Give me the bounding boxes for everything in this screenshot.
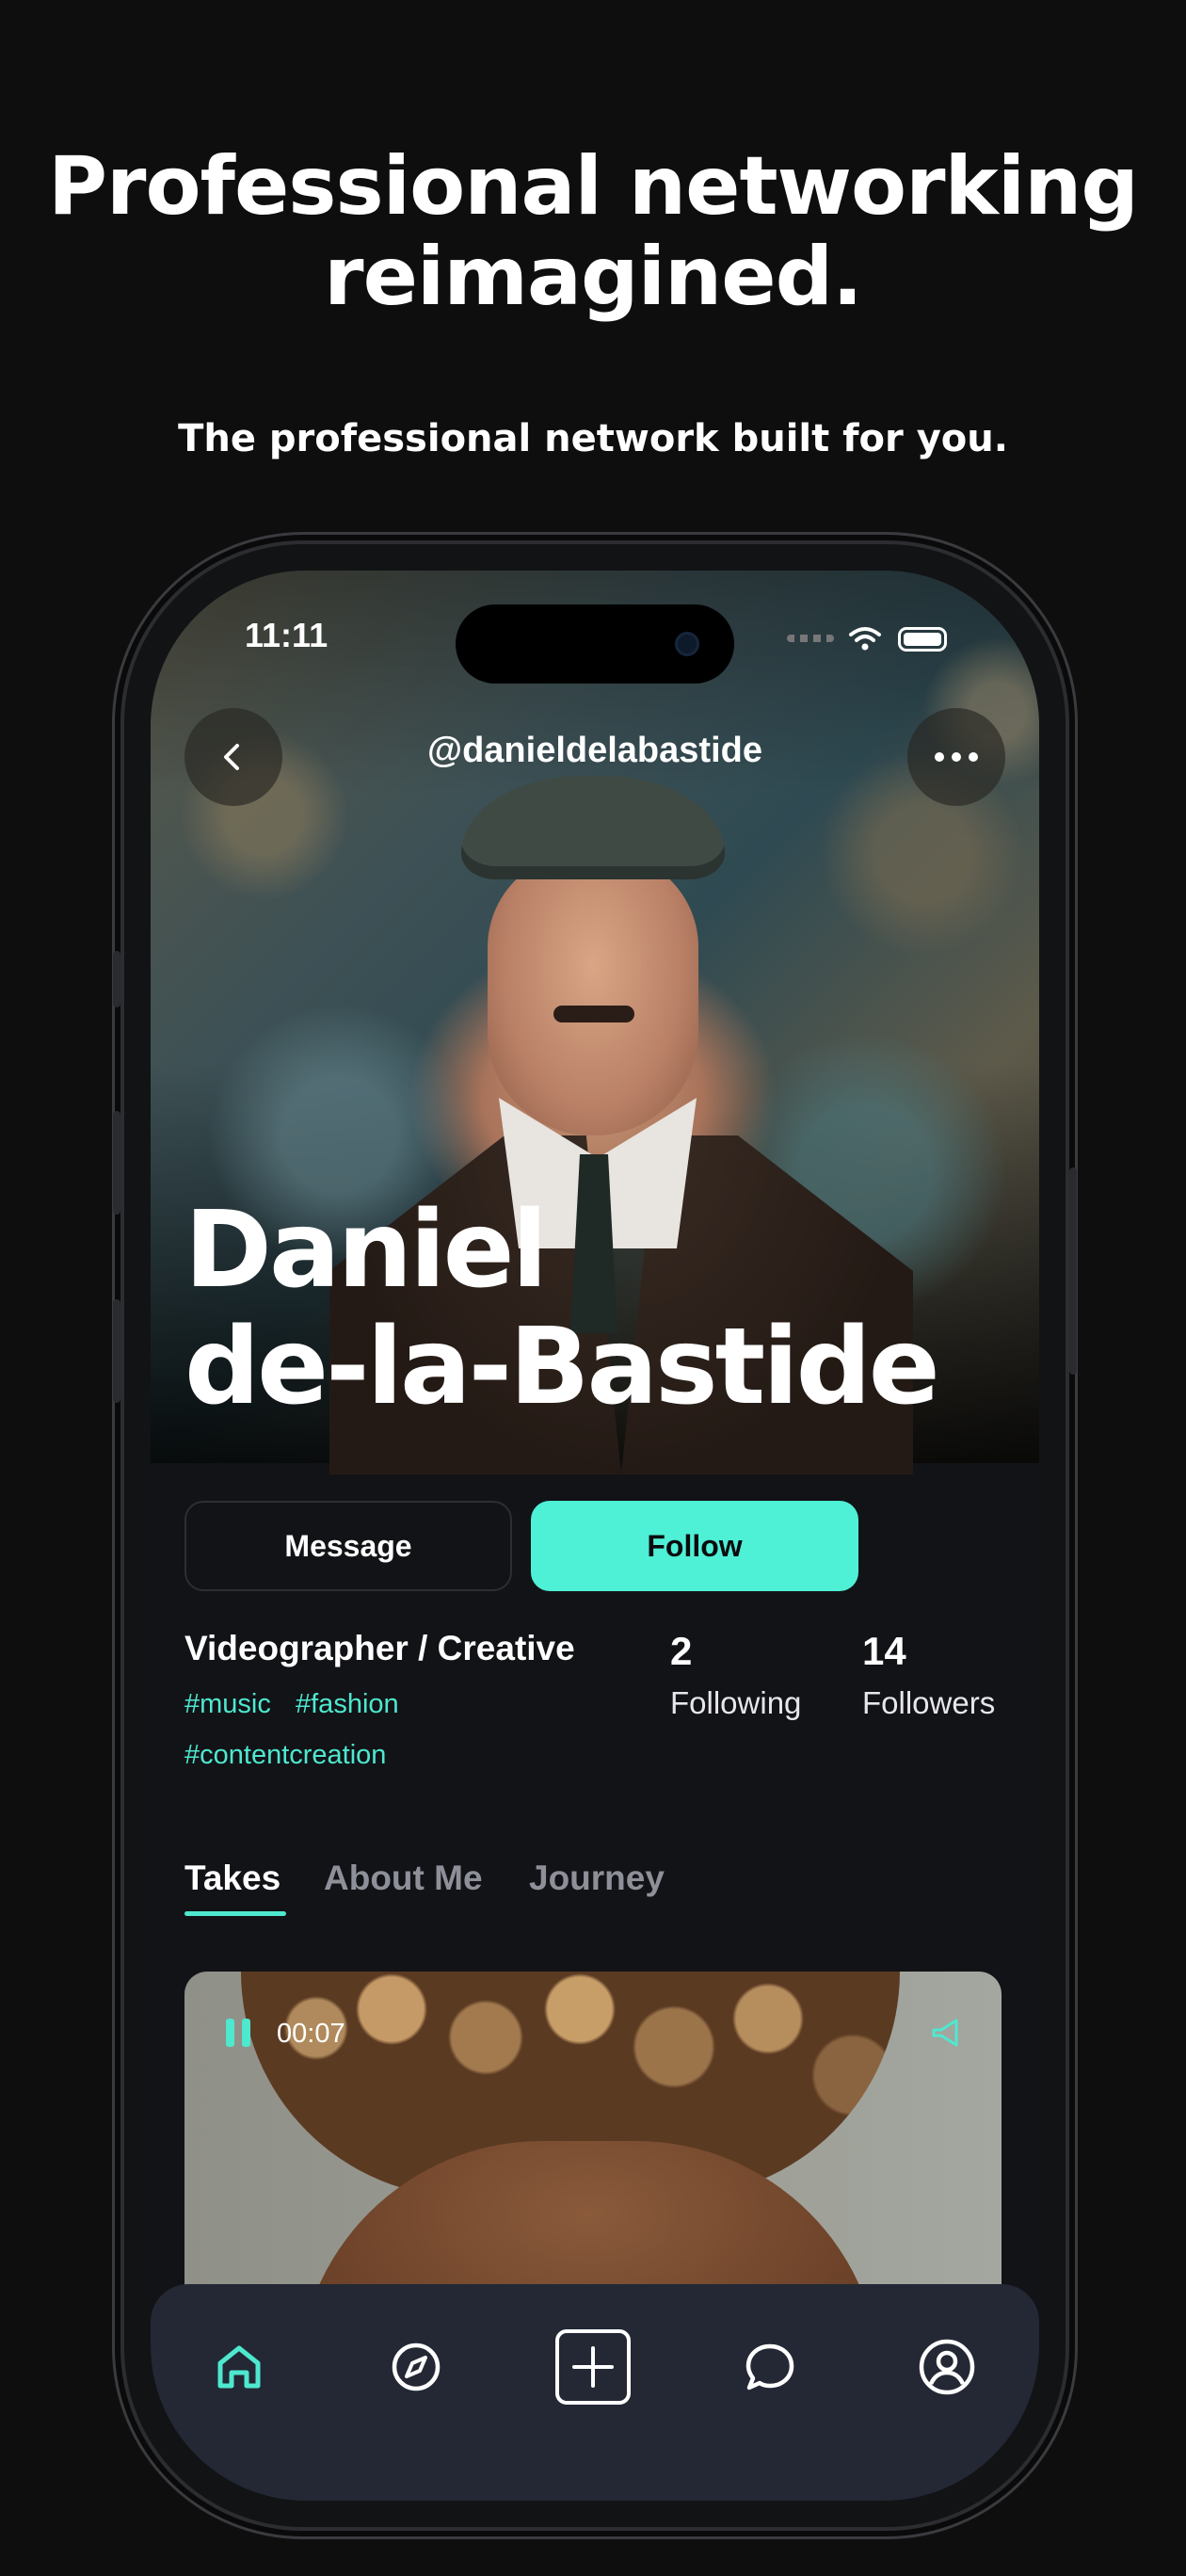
tag-contentcreation[interactable]: #contentcreation — [184, 1740, 386, 1771]
pause-icon[interactable] — [226, 2019, 252, 2047]
followers-count[interactable]: 14 — [862, 1629, 906, 1674]
chat-icon — [745, 2343, 794, 2391]
phone-volume-up — [113, 1111, 120, 1215]
more-options-button[interactable] — [907, 708, 1005, 806]
bottom-nav — [151, 2284, 1039, 2501]
phone-power-button — [1069, 1167, 1077, 1375]
promo-headline: Professional networking reimagined. — [0, 141, 1186, 322]
status-icons — [787, 621, 975, 655]
promo-subline: The professional network built for you. — [178, 417, 1008, 460]
add-icon — [555, 2329, 631, 2405]
followers-label[interactable]: Followers — [862, 1685, 995, 1721]
signal-icon — [787, 635, 834, 642]
status-time: 11:11 — [245, 616, 329, 654]
compass-icon — [392, 2343, 441, 2391]
following-label[interactable]: Following — [670, 1685, 801, 1721]
profile-name: Daniel de-la-Bastide — [184, 1189, 940, 1428]
profile-role: Videographer / Creative — [184, 1629, 575, 1667]
tab-about-me[interactable]: About Me — [324, 1859, 483, 1898]
phone-side-button — [113, 951, 120, 1007]
tab-takes[interactable]: Takes — [184, 1859, 280, 1898]
app-screen: 11:11 @danieldelabastide Daniel de-la-Ba… — [151, 571, 1039, 2501]
home-icon — [217, 2345, 261, 2389]
profile-name-line2: de-la-Bastide — [184, 1306, 940, 1428]
nav-home[interactable] — [200, 2327, 279, 2407]
phone-volume-down — [113, 1299, 120, 1403]
active-tab-indicator — [184, 1911, 286, 1916]
promo-headline-line2: reimagined. — [324, 230, 863, 324]
tag-music[interactable]: #music — [184, 1689, 271, 1720]
nav-create[interactable] — [553, 2327, 633, 2407]
video-timestamp: 00:07 — [277, 2019, 345, 2049]
more-horizontal-icon — [935, 752, 978, 762]
battery-icon — [898, 627, 947, 652]
nav-profile[interactable] — [907, 2327, 986, 2407]
profile-icon — [919, 2339, 975, 2395]
profile-name-line1: Daniel — [184, 1189, 548, 1312]
follow-button[interactable]: Follow — [531, 1501, 858, 1591]
tag-fashion[interactable]: #fashion — [296, 1689, 399, 1720]
nav-messages[interactable] — [730, 2327, 809, 2407]
following-count[interactable]: 2 — [670, 1629, 692, 1674]
wifi-icon — [849, 627, 881, 651]
promo-headline-line1: Professional networking — [48, 139, 1139, 233]
nav-explore[interactable] — [377, 2327, 456, 2407]
volume-icon[interactable] — [928, 2017, 962, 2049]
message-button[interactable]: Message — [184, 1501, 512, 1591]
profile-handle: @danieldelabastide — [427, 731, 762, 770]
tab-journey[interactable]: Journey — [529, 1859, 665, 1898]
